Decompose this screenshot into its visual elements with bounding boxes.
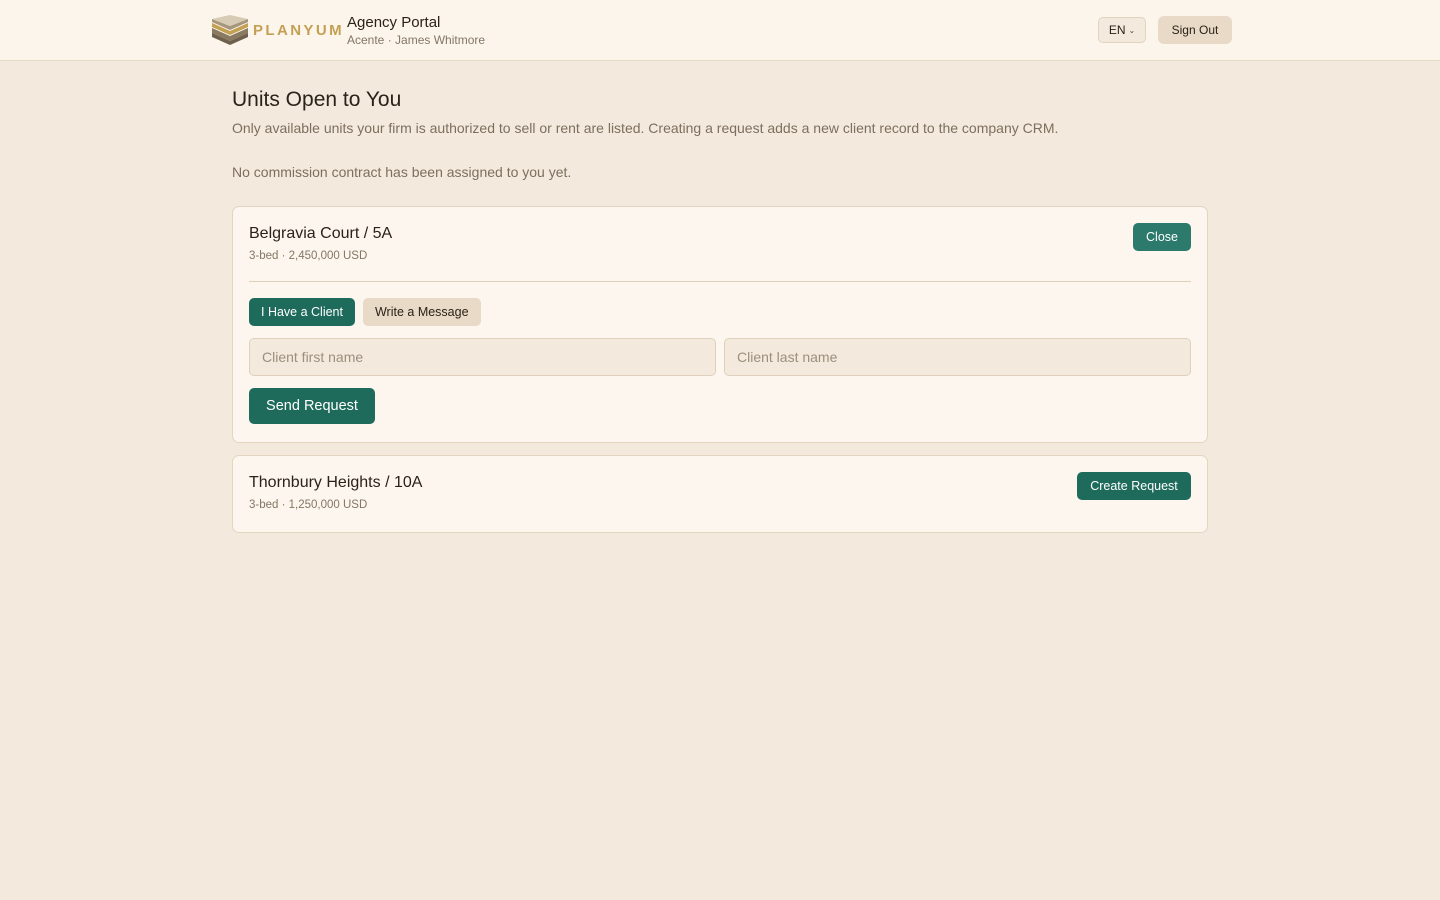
chevron-down-icon: ⌄ <box>1128 25 1136 35</box>
page-description: Only available units your firm is author… <box>232 120 1059 136</box>
unit-card: Belgravia Court / 5A 3-bed · 2,450,000 U… <box>232 206 1208 443</box>
language-value: EN <box>1108 23 1126 37</box>
tab-write-a-message[interactable]: Write a Message <box>362 298 481 326</box>
unit-title: Belgravia Court / 5A <box>249 225 393 242</box>
brand[interactable]: PLANYUM <box>211 14 344 46</box>
client-first-name-input[interactable] <box>249 338 716 376</box>
contract-notice: No commission contract has been assigned… <box>232 164 572 180</box>
stacked-layers-logo-icon <box>212 15 248 45</box>
page-title: Units Open to You <box>232 88 402 111</box>
divider <box>249 281 1191 282</box>
main-content: Units Open to You Only available units y… <box>232 88 1208 533</box>
portal-info: Agency Portal Acente · James Whitmore <box>347 14 485 48</box>
portal-subtitle: Acente · James Whitmore <box>347 33 486 47</box>
top-bar: PLANYUM Agency Portal Acente · James Whi… <box>0 0 1440 61</box>
send-request-button[interactable]: Send Request <box>249 388 375 424</box>
unit-meta: 3-bed · 1,250,000 USD <box>249 499 368 511</box>
close-button[interactable]: Close <box>1133 223 1191 251</box>
client-name-fields <box>249 338 1191 376</box>
portal-title: Agency Portal <box>347 14 441 31</box>
unit-title: Thornbury Heights / 10A <box>249 474 423 491</box>
request-mode-tabs: I Have a Client Write a Message <box>249 298 1191 326</box>
unit-meta: 3-bed · 2,450,000 USD <box>249 250 368 262</box>
client-last-name-input[interactable] <box>724 338 1191 376</box>
unit-card: Thornbury Heights / 10A 3-bed · 1,250,00… <box>232 455 1208 533</box>
tab-i-have-a-client[interactable]: I Have a Client <box>249 298 355 326</box>
sign-out-button[interactable]: Sign Out <box>1158 16 1232 44</box>
brand-name: PLANYUM <box>253 21 344 39</box>
language-select[interactable]: EN ⌄ <box>1098 17 1146 43</box>
create-request-button[interactable]: Create Request <box>1077 472 1191 500</box>
